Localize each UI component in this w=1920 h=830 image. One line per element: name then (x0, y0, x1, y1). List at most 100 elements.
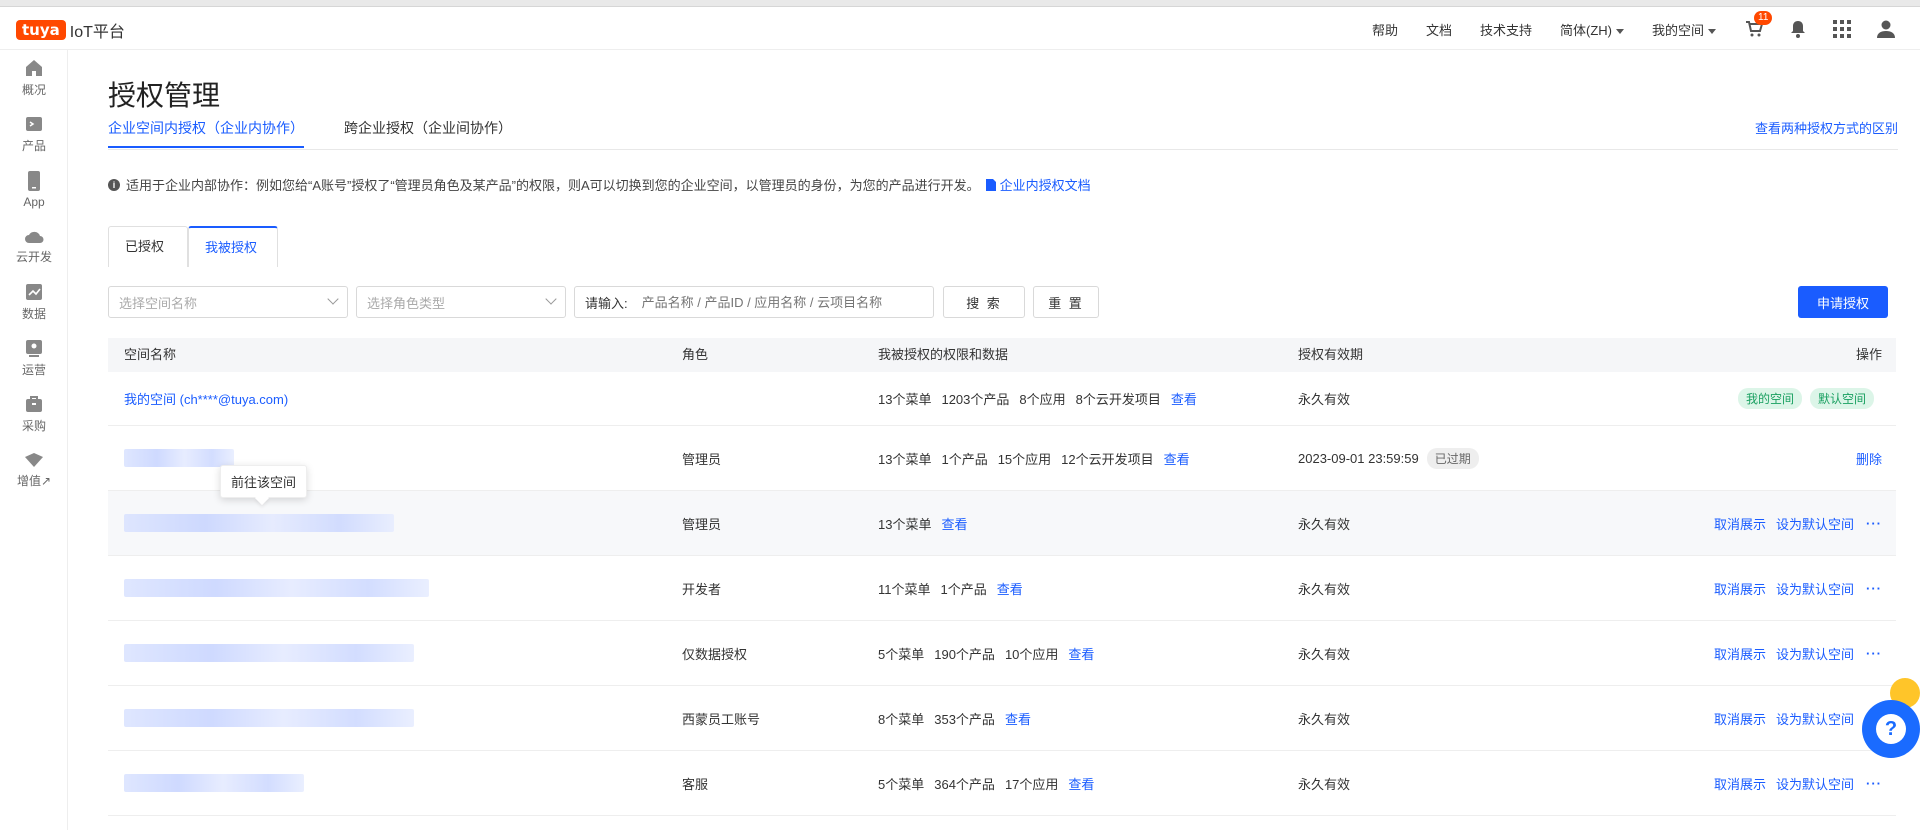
sidebar-item-cloud[interactable]: 云开发 (0, 218, 68, 274)
validity: 永久有效 (1298, 516, 1351, 532)
view-link[interactable]: 查看 (1005, 709, 1031, 728)
blurred-space-name[interactable] (124, 644, 414, 662)
blurred-space-name[interactable] (124, 579, 429, 597)
table-row: 管理员 13个菜单 查看 永久有效 取消展示 设为默认空间 ··· (108, 491, 1896, 556)
col-validity: 授权有效期 (1298, 347, 1364, 362)
cart-icon[interactable]: 11 (1744, 11, 1773, 39)
apply-auth-button[interactable]: 申请授权 (1798, 286, 1888, 318)
set-default-space-link[interactable]: 设为默认空间 (1776, 514, 1854, 533)
apps-grid-icon[interactable] (1832, 19, 1852, 39)
cancel-display-link[interactable]: 取消展示 (1714, 774, 1766, 793)
view-link[interactable]: 查看 (1068, 774, 1094, 793)
platform-name: IoT平台 (69, 24, 125, 41)
perm-menus: 13个菜单 (878, 392, 932, 407)
reset-button[interactable]: 重 置 (1033, 286, 1099, 318)
tab-internal-auth[interactable]: 企业空间内授权（企业内协作） (108, 118, 304, 148)
search-label: 请输入: (585, 295, 628, 311)
role: 管理员 (682, 516, 722, 532)
sidebar-item-app[interactable]: App (0, 162, 68, 218)
delete-link[interactable]: 删除 (1856, 449, 1882, 468)
view-link[interactable]: 查看 (1171, 389, 1197, 408)
sidebar-item-product[interactable]: 产品 (0, 106, 68, 162)
set-default-space-link[interactable]: 设为默认空间 (1776, 709, 1854, 728)
space-select-placeholder: 选择空间名称 (119, 295, 198, 311)
language-dropdown[interactable]: 简体(ZH) (1560, 20, 1624, 39)
perm-products: 364个产品 (934, 776, 995, 792)
help-button[interactable]: ? (1862, 700, 1920, 758)
role-select[interactable]: 选择角色类型 (356, 286, 566, 318)
sidebar-item-data[interactable]: 数据 (0, 274, 68, 330)
sidebar-item-purchase[interactable]: 采购 (0, 386, 68, 442)
nav-support[interactable]: 技术支持 (1480, 20, 1532, 39)
blurred-space-name[interactable] (124, 709, 414, 727)
perm-cloud-projects: 12个云开发项目 (1061, 451, 1154, 467)
more-icon[interactable]: ··· (1866, 516, 1882, 531)
perm-products: 1个产品 (941, 451, 988, 467)
sidebar-item-overview[interactable]: 概况 (0, 50, 68, 106)
sidebar-item-label: 采购 (21, 418, 46, 433)
blurred-space-name[interactable] (124, 514, 394, 532)
col-actions: 操作 (1855, 347, 1882, 362)
keyword-input[interactable] (641, 294, 902, 310)
compare-auth-link[interactable]: 查看两种授权方式的区别 (1755, 118, 1898, 137)
default-space-tag: 默认空间 (1809, 388, 1874, 409)
logo[interactable]: tuya IoT平台 (16, 18, 125, 42)
doc-link-label: 企业内授权文档 (999, 178, 1091, 193)
sidebar-item-label: 概况 (21, 82, 46, 97)
perm-products: 190个产品 (934, 646, 995, 662)
blurred-space-name[interactable] (124, 449, 234, 467)
cloud-icon (25, 231, 44, 243)
blurred-space-name[interactable] (124, 774, 304, 792)
search-button[interactable]: 搜 索 (943, 286, 1025, 318)
nav-docs[interactable]: 文档 (1426, 20, 1452, 39)
sidebar-item-label: 增值↗ (16, 473, 52, 488)
more-icon[interactable]: ··· (1866, 646, 1882, 661)
bell-icon[interactable] (1788, 19, 1808, 39)
more-icon[interactable]: ··· (1866, 776, 1882, 791)
view-link[interactable]: 查看 (941, 514, 967, 533)
view-link[interactable]: 查看 (997, 579, 1023, 598)
col-space-name: 空间名称 (124, 347, 177, 362)
set-default-space-link[interactable]: 设为默认空间 (1776, 774, 1854, 793)
perm-cloud-projects: 8个云开发项目 (1075, 392, 1161, 407)
validity: 2023-09-01 23:59:59 (1298, 450, 1419, 466)
set-default-space-link[interactable]: 设为默认空间 (1776, 644, 1854, 663)
cancel-display-link[interactable]: 取消展示 (1714, 514, 1766, 533)
notice-bar: i 适用于企业内部协作：例如您给“A账号”授权了“管理员角色及某产品”的权限，则… (108, 175, 1091, 194)
my-space-dropdown[interactable]: 我的空间 (1652, 20, 1716, 39)
auth-type-tabs: 企业空间内授权（企业内协作） 跨企业授权（企业间协作） 查看两种授权方式的区别 (108, 118, 1898, 150)
nav-help[interactable]: 帮助 (1372, 20, 1398, 39)
role: 仅数据授权 (682, 646, 748, 662)
table-row: 西蒙员工账号 8个菜单 353个产品 查看 永久有效 取消展示 设为默认空间 ·… (108, 686, 1896, 751)
space-name-link[interactable]: 我的空间 (ch****@tuya.com) (124, 389, 288, 408)
user-icon[interactable] (1876, 19, 1896, 39)
set-default-space-link[interactable]: 设为默认空间 (1776, 579, 1854, 598)
cancel-display-link[interactable]: 取消展示 (1714, 579, 1766, 598)
table-header: 空间名称 角色 我被授权的权限和数据 授权有效期 操作 (108, 338, 1896, 372)
cancel-display-link[interactable]: 取消展示 (1714, 709, 1766, 728)
internal-auth-doc-link[interactable]: 企业内授权文档 (985, 175, 1091, 194)
sidebar-item-label: 产品 (21, 138, 46, 153)
perm-apps: 8个应用 (1019, 392, 1066, 407)
view-link[interactable]: 查看 (1164, 449, 1190, 468)
tab-granted[interactable]: 已授权 (108, 226, 188, 267)
perm-menus: 11个菜单 (878, 581, 931, 597)
space-select[interactable]: 选择空间名称 (108, 286, 348, 318)
top-navbar: tuya IoT平台 帮助 文档 技术支持 简体(ZH) 我的空间 11 (0, 8, 1920, 50)
perm-menus: 13个菜单 (878, 516, 932, 532)
perm-menus: 13个菜单 (878, 451, 932, 467)
sidebar-item-operation[interactable]: 运营 (0, 330, 68, 386)
cancel-display-link[interactable]: 取消展示 (1714, 644, 1766, 663)
view-link[interactable]: 查看 (1068, 644, 1094, 663)
role: 西蒙员工账号 (682, 711, 761, 727)
more-icon[interactable]: ··· (1866, 581, 1882, 596)
logo-badge: tuya (16, 20, 66, 40)
tab-received[interactable]: 我被授权 (188, 226, 278, 267)
perm-menus: 8个菜单 (878, 711, 925, 727)
col-role: 角色 (682, 347, 709, 362)
info-icon: i (108, 178, 120, 191)
tab-cross-enterprise-auth[interactable]: 跨企业授权（企业间协作） (344, 118, 512, 146)
perm-products: 1203个产品 (941, 392, 1010, 407)
sidebar-item-value-added[interactable]: 增值↗ (0, 442, 68, 498)
notice-text: 适用于企业内部协作：例如您给“A账号”授权了“管理员角色及某产品”的权限，则A可… (126, 178, 980, 193)
